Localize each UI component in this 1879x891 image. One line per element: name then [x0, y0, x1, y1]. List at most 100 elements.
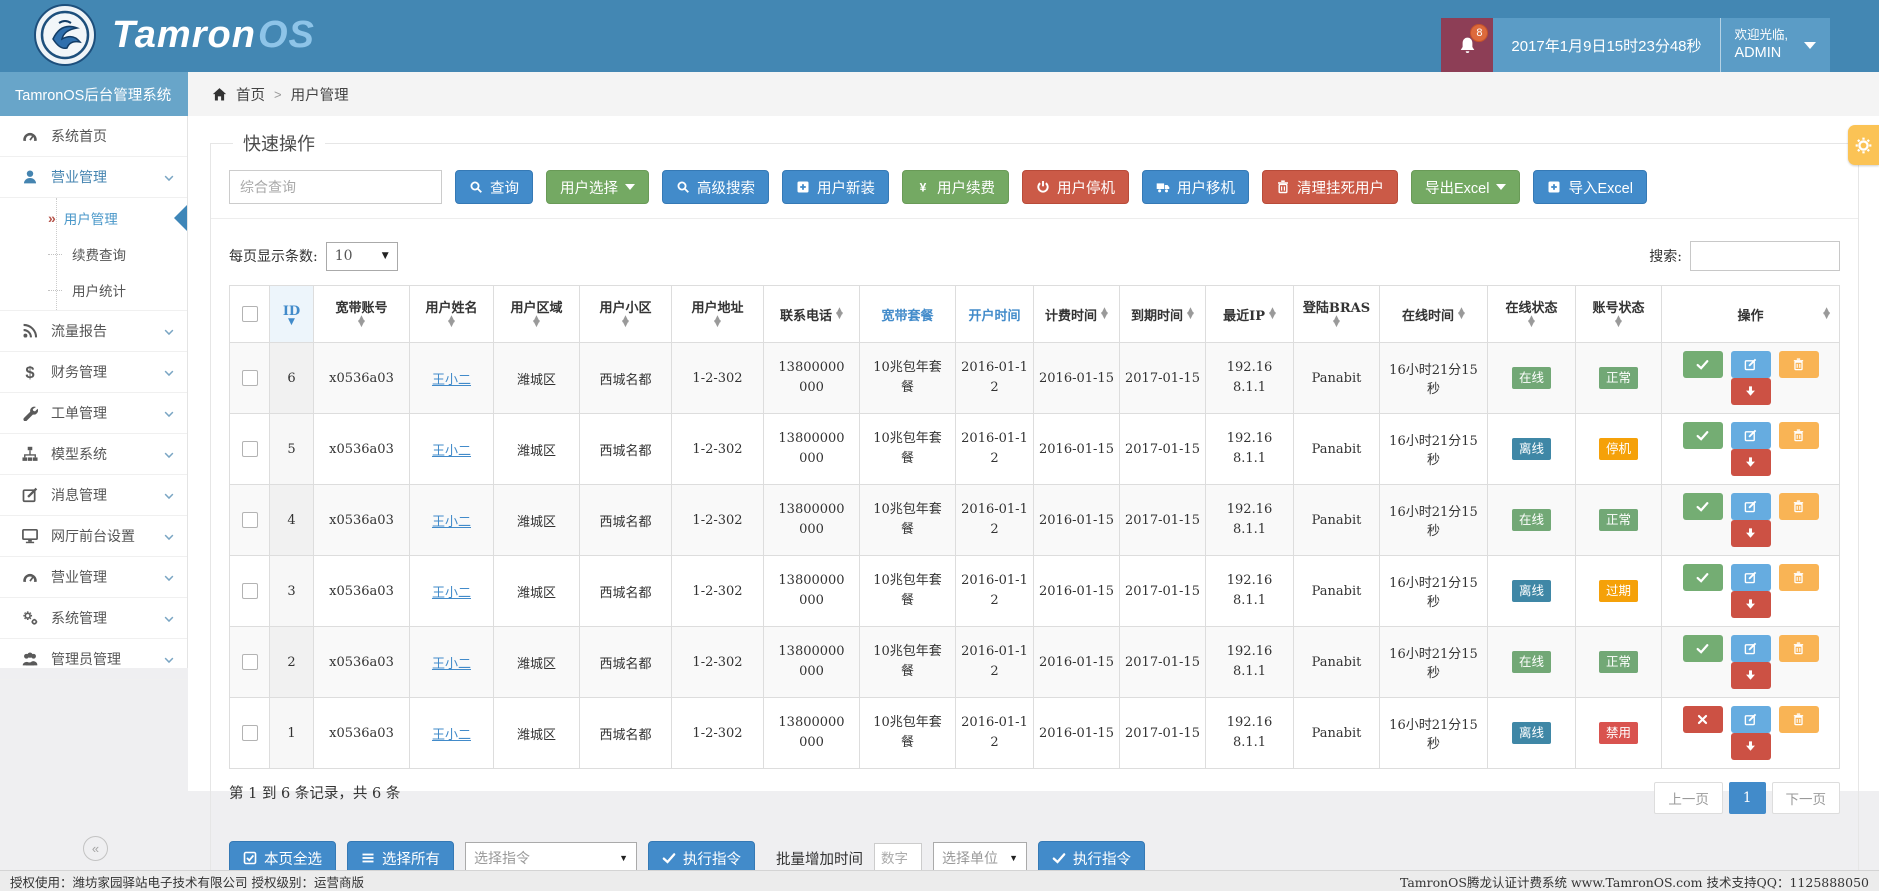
- quick-button-9[interactable]: 导入Excel: [1533, 170, 1646, 204]
- sidebar-item-1[interactable]: 营业管理: [0, 157, 187, 198]
- column-header-ip[interactable]: 最近IP▲▼: [1206, 286, 1294, 343]
- quick-button-2[interactable]: 高级搜索: [662, 170, 769, 204]
- batch-number-input[interactable]: [874, 843, 922, 873]
- breadcrumb-home[interactable]: 首页: [236, 84, 265, 105]
- user-name-link[interactable]: 王小二: [432, 586, 471, 601]
- column-header-select[interactable]: [230, 286, 270, 343]
- delete-button[interactable]: [1779, 706, 1819, 733]
- check-icon: [1696, 642, 1709, 655]
- delete-button[interactable]: [1779, 635, 1819, 662]
- column-header-account[interactable]: 宽带账号▲▼: [314, 286, 410, 343]
- cell-id: 5: [270, 414, 314, 485]
- user-name-link[interactable]: 王小二: [432, 515, 471, 530]
- sidebar-item-2[interactable]: 流量报告: [0, 311, 187, 352]
- row-checkbox[interactable]: [242, 725, 258, 741]
- approve-button[interactable]: [1683, 564, 1723, 591]
- approve-button[interactable]: [1683, 351, 1723, 378]
- quick-button-1[interactable]: 用户选择: [546, 170, 649, 204]
- sidebar-item-9[interactable]: 系统管理: [0, 598, 187, 639]
- column-header-online_time[interactable]: 在线时间▲▼: [1380, 286, 1488, 343]
- quick-button-7[interactable]: 清理挂死用户: [1262, 170, 1398, 204]
- column-header-open_date[interactable]: 开户时间: [956, 286, 1034, 343]
- combined-search-input[interactable]: [229, 170, 442, 204]
- user-name-link[interactable]: 王小二: [432, 444, 471, 459]
- quick-button-8[interactable]: 导出Excel: [1411, 170, 1520, 204]
- row-checkbox[interactable]: [242, 441, 258, 457]
- edit-button[interactable]: [1731, 493, 1771, 520]
- column-header-online_status[interactable]: 在线状态▲▼: [1488, 286, 1576, 343]
- download-button[interactable]: [1731, 733, 1771, 760]
- sidebar-item-4[interactable]: 工单管理: [0, 393, 187, 434]
- column-header-expire_date[interactable]: 到期时间▲▼: [1120, 286, 1206, 343]
- user-menu[interactable]: 欢迎光临, ADMIN: [1720, 18, 1830, 72]
- column-header-name[interactable]: 用户姓名▲▼: [410, 286, 494, 343]
- sidebar-item-0[interactable]: 系统首页: [0, 116, 187, 157]
- column-header-actions[interactable]: 操作▲▼: [1662, 286, 1840, 343]
- sidebar-item-8[interactable]: 营业管理: [0, 557, 187, 598]
- quick-button-4[interactable]: ¥用户续费: [902, 170, 1009, 204]
- row-checkbox[interactable]: [242, 512, 258, 528]
- sidebar-item-10[interactable]: 管理员管理: [0, 639, 187, 680]
- cell-open_date: 2016-01-12: [956, 343, 1034, 414]
- column-header-address[interactable]: 用户地址▲▼: [672, 286, 764, 343]
- cell-online_status: 离线: [1488, 698, 1576, 769]
- column-header-id[interactable]: ID▼: [270, 286, 314, 343]
- notifications-button[interactable]: 8: [1441, 18, 1493, 72]
- edit-button[interactable]: [1731, 564, 1771, 591]
- sidebar-subitem-1[interactable]: 续费查询: [0, 236, 187, 272]
- quick-button-5[interactable]: 用户停机: [1022, 170, 1129, 204]
- sidebar-collapse-button[interactable]: «: [83, 836, 108, 861]
- sidebar-subitem-2[interactable]: 用户统计: [0, 272, 187, 308]
- sidebar-item-7[interactable]: 网厅前台设置: [0, 516, 187, 557]
- table-search-input[interactable]: [1690, 241, 1840, 271]
- pagination-next[interactable]: 下一页: [1772, 782, 1841, 814]
- row-checkbox[interactable]: [242, 370, 258, 386]
- download-button[interactable]: [1731, 662, 1771, 689]
- account_status-badge: 正常: [1599, 651, 1638, 673]
- edit-button[interactable]: [1731, 635, 1771, 662]
- edit-button[interactable]: [1731, 422, 1771, 449]
- download-button[interactable]: [1731, 591, 1771, 618]
- download-button[interactable]: [1731, 378, 1771, 405]
- sidebar-item-3[interactable]: $财务管理: [0, 352, 187, 393]
- check-square-icon: [243, 851, 257, 865]
- header-label-wrap: ID▼: [274, 304, 309, 325]
- delete-button[interactable]: [1779, 493, 1819, 520]
- approve-button[interactable]: [1683, 493, 1723, 520]
- column-header-community[interactable]: 用户小区▲▼: [580, 286, 672, 343]
- pagination-prev[interactable]: 上一页: [1654, 782, 1723, 814]
- row-checkbox[interactable]: [242, 654, 258, 670]
- per-page-select[interactable]: 10▼: [326, 242, 398, 271]
- edit-button[interactable]: [1731, 351, 1771, 378]
- download-button[interactable]: [1731, 449, 1771, 476]
- user-name-link[interactable]: 王小二: [432, 657, 471, 672]
- delete-button[interactable]: [1779, 351, 1819, 378]
- sidebar-subitem-0[interactable]: »用户管理: [0, 200, 187, 236]
- deny-button[interactable]: [1683, 706, 1723, 733]
- pagination-page-1[interactable]: 1: [1729, 782, 1766, 814]
- download-button[interactable]: [1731, 520, 1771, 547]
- cell-value: 2017-01-15: [1125, 513, 1200, 528]
- column-header-phone[interactable]: 联系电话▲▼: [764, 286, 860, 343]
- column-header-plan[interactable]: 宽带套餐: [860, 286, 956, 343]
- quick-button-6[interactable]: 用户移机: [1142, 170, 1249, 204]
- select-all-checkbox[interactable]: [242, 306, 258, 322]
- user-name-link[interactable]: 王小二: [432, 373, 471, 388]
- quick-button-0[interactable]: 查询: [455, 170, 533, 204]
- delete-button[interactable]: [1779, 422, 1819, 449]
- settings-gear-button[interactable]: [1848, 125, 1879, 165]
- edit-button[interactable]: [1731, 706, 1771, 733]
- quick-button-3[interactable]: 用户新装: [782, 170, 889, 204]
- approve-button[interactable]: [1683, 635, 1723, 662]
- user-name-link[interactable]: 王小二: [432, 728, 471, 743]
- sidebar-item-6[interactable]: 消息管理: [0, 475, 187, 516]
- approve-button[interactable]: [1683, 422, 1723, 449]
- column-header-account_status[interactable]: 账号状态▲▼: [1576, 286, 1662, 343]
- column-header-region[interactable]: 用户区域▲▼: [494, 286, 580, 343]
- sort-arrows-icon: ▲▼: [676, 317, 759, 327]
- column-header-bras[interactable]: 登陆BRAS▲▼: [1294, 286, 1380, 343]
- row-checkbox[interactable]: [242, 583, 258, 599]
- sidebar-item-5[interactable]: 模型系统: [0, 434, 187, 475]
- delete-button[interactable]: [1779, 564, 1819, 591]
- column-header-billing_date[interactable]: 计费时间▲▼: [1034, 286, 1120, 343]
